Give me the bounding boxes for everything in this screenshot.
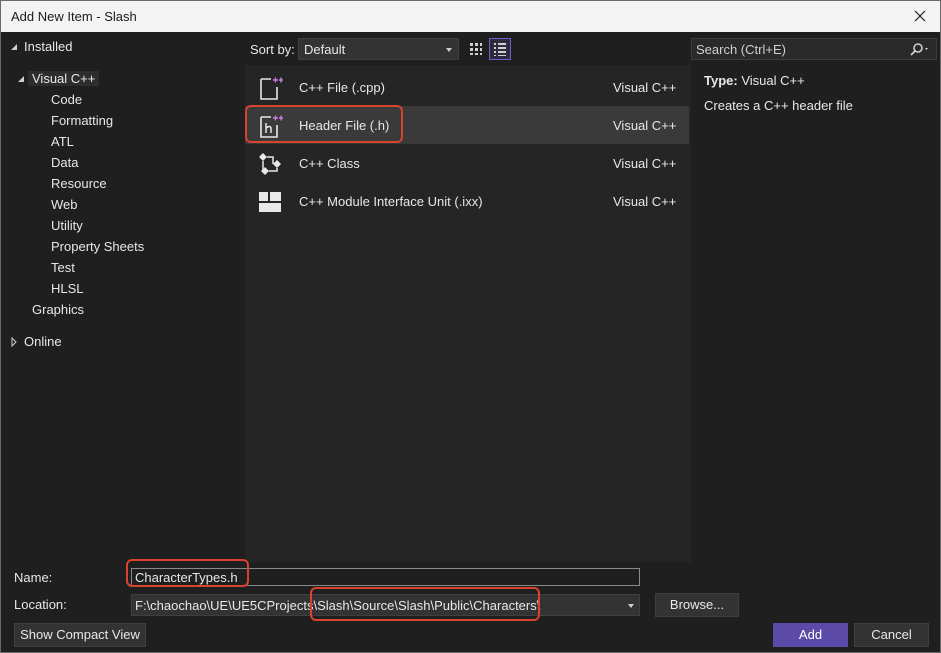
- expand-arrow-icon: [11, 337, 17, 347]
- tree-item-property-sheets[interactable]: Property Sheets: [51, 237, 144, 257]
- template-description: Creates a C++ header file: [704, 98, 853, 113]
- template-item-cpp-class[interactable]: C++ Class Visual C++: [245, 144, 689, 182]
- sort-toolbar: Sort by: Default: [245, 32, 691, 65]
- list-view-button[interactable]: [489, 38, 511, 60]
- show-compact-view-button[interactable]: Show Compact View: [14, 623, 146, 647]
- tree-node-installed[interactable]: Installed: [9, 37, 72, 57]
- close-icon[interactable]: [908, 4, 932, 28]
- sort-dropdown[interactable]: Default: [298, 38, 459, 60]
- search-icon[interactable]: [910, 42, 930, 58]
- tree-item-utility[interactable]: Utility: [51, 216, 83, 236]
- template-name: Header File (.h): [299, 118, 390, 133]
- chevron-down-icon: [628, 604, 634, 608]
- template-name: C++ Module Interface Unit (.ixx): [299, 194, 483, 209]
- search-box[interactable]: [691, 38, 937, 60]
- sort-label: Sort by:: [250, 42, 295, 57]
- cpp-class-icon: [259, 153, 281, 175]
- tree-item-atl[interactable]: ATL: [51, 132, 74, 152]
- cancel-button[interactable]: Cancel: [854, 623, 929, 647]
- name-label: Name:: [14, 570, 53, 585]
- template-item-cpp-file[interactable]: C++ File (.cpp) Visual C++: [245, 68, 689, 106]
- add-button[interactable]: Add: [773, 623, 848, 647]
- template-language: Visual C++: [613, 80, 677, 95]
- tree-node-online[interactable]: Online: [9, 332, 62, 352]
- tree-node-visual-cpp[interactable]: Visual C++: [16, 69, 100, 89]
- template-language: Visual C++: [613, 118, 677, 133]
- chevron-down-icon: [446, 48, 452, 52]
- item-form: Name: Location: F:\chaochao\UE\UE5CProje…: [1, 562, 940, 652]
- tree-item-hlsl[interactable]: HLSL: [51, 279, 84, 299]
- tree-label-installed: Installed: [24, 39, 73, 54]
- template-item-header-file[interactable]: Header File (.h) Visual C++: [245, 106, 689, 144]
- tree-label-online: Online: [24, 334, 62, 349]
- tree-item-code[interactable]: Code: [51, 90, 82, 110]
- template-name: C++ File (.cpp): [299, 80, 385, 95]
- add-new-item-dialog: Add New Item - Slash Installed Visual C+…: [0, 0, 941, 653]
- header-file-icon: [260, 115, 283, 138]
- grid-view-icon: [470, 43, 482, 55]
- template-language: Visual C++: [613, 156, 677, 171]
- template-name: C++ Class: [299, 156, 360, 171]
- tree-item-formatting[interactable]: Formatting: [51, 111, 113, 131]
- tree-label-visual-cpp: Visual C++: [28, 71, 100, 86]
- location-value: F:\chaochao\UE\UE5CProjects\Slash\Source…: [135, 598, 541, 613]
- tree-item-resource[interactable]: Resource: [51, 174, 107, 194]
- template-language: Visual C++: [613, 194, 677, 209]
- browse-button[interactable]: Browse...: [655, 593, 739, 617]
- tree-item-data[interactable]: Data: [51, 153, 78, 173]
- type-label: Type:: [704, 73, 738, 88]
- template-list: C++ File (.cpp) Visual C++ Header File (…: [245, 65, 691, 562]
- cpp-file-icon: [260, 77, 283, 100]
- window-title: Add New Item - Slash: [11, 9, 137, 24]
- name-input[interactable]: [135, 569, 635, 585]
- location-label: Location:: [14, 597, 67, 612]
- grid-view-button[interactable]: [465, 38, 487, 60]
- location-combobox[interactable]: F:\chaochao\UE\UE5CProjects\Slash\Source…: [131, 594, 640, 616]
- search-input[interactable]: [696, 41, 896, 57]
- type-value: Visual C++: [741, 73, 805, 88]
- template-item-module-interface-unit[interactable]: C++ Module Interface Unit (.ixx) Visual …: [245, 182, 689, 220]
- title-bar: Add New Item - Slash: [1, 1, 940, 32]
- tree-item-web[interactable]: Web: [51, 195, 78, 215]
- collapse-arrow-icon: [11, 44, 17, 50]
- sort-value: Default: [304, 42, 346, 57]
- list-view-icon: [494, 43, 506, 56]
- template-tree: Installed Visual C++ Code Formatting ATL…: [1, 32, 245, 562]
- module-unit-icon: [259, 192, 281, 212]
- tree-item-graphics[interactable]: Graphics: [32, 300, 84, 320]
- tree-item-test[interactable]: Test: [51, 258, 75, 278]
- name-field[interactable]: [131, 568, 640, 586]
- collapse-arrow-icon: [18, 76, 24, 82]
